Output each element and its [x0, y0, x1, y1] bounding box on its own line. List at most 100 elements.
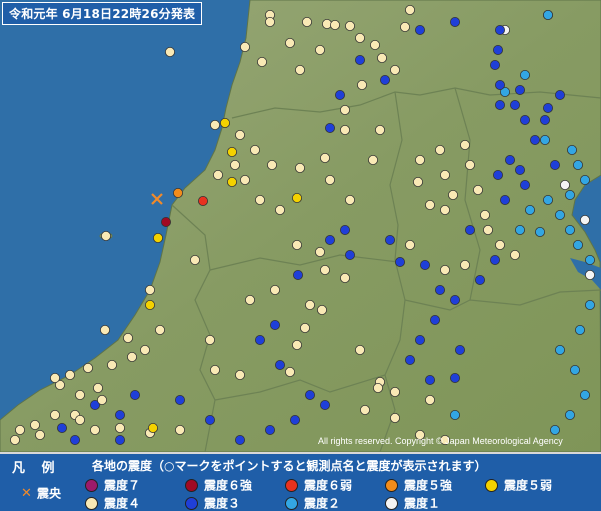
station-point[interactable] — [389, 412, 400, 423]
station-point[interactable] — [449, 16, 460, 27]
station-point[interactable] — [399, 21, 410, 32]
station-point[interactable] — [489, 60, 500, 71]
station-point[interactable] — [515, 224, 526, 235]
station-point[interactable] — [107, 359, 118, 370]
station-point[interactable] — [50, 372, 61, 383]
station-point[interactable] — [492, 45, 503, 56]
station-point[interactable] — [494, 24, 505, 35]
station-point[interactable] — [319, 152, 330, 163]
station-point[interactable] — [204, 414, 215, 425]
station-point[interactable] — [530, 134, 541, 145]
station-point[interactable] — [319, 264, 330, 275]
station-point[interactable] — [249, 144, 260, 155]
station-point[interactable] — [269, 319, 280, 330]
station-point[interactable] — [314, 246, 325, 257]
station-point[interactable] — [555, 344, 566, 355]
station-point[interactable] — [239, 42, 250, 53]
station-point[interactable] — [101, 230, 112, 241]
station-point[interactable] — [226, 176, 237, 187]
station-point[interactable] — [389, 65, 400, 76]
station-point[interactable] — [504, 154, 515, 165]
station-point[interactable] — [344, 249, 355, 260]
station-point[interactable] — [520, 115, 531, 126]
station-point[interactable] — [555, 90, 566, 101]
station-point[interactable] — [494, 80, 505, 91]
station-point[interactable] — [379, 75, 390, 86]
station-point[interactable] — [389, 386, 400, 397]
station-point[interactable] — [414, 154, 425, 165]
station-point[interactable] — [354, 33, 365, 44]
station-point[interactable] — [234, 369, 245, 380]
station-point[interactable] — [412, 176, 423, 187]
station-point[interactable] — [585, 269, 596, 280]
station-point[interactable] — [354, 344, 365, 355]
station-point[interactable] — [429, 314, 440, 325]
station-point[interactable] — [439, 169, 450, 180]
station-point[interactable] — [479, 209, 490, 220]
station-point[interactable] — [65, 369, 76, 380]
station-point[interactable] — [274, 204, 285, 215]
station-point[interactable] — [256, 57, 267, 68]
station-point[interactable] — [449, 372, 460, 383]
station-point[interactable] — [459, 139, 470, 150]
station-point[interactable] — [339, 125, 350, 136]
station-point[interactable] — [424, 394, 435, 405]
station-point[interactable] — [83, 362, 94, 373]
station-point[interactable] — [115, 422, 126, 433]
station-point[interactable] — [266, 159, 277, 170]
station-point[interactable] — [482, 224, 493, 235]
station-point[interactable] — [244, 294, 255, 305]
station-point[interactable] — [580, 174, 591, 185]
station-point[interactable] — [439, 264, 450, 275]
station-point[interactable] — [454, 344, 465, 355]
station-point[interactable] — [464, 224, 475, 235]
station-point[interactable] — [219, 118, 230, 129]
station-point[interactable] — [97, 394, 108, 405]
station-point[interactable] — [234, 129, 245, 140]
station-point[interactable] — [204, 334, 215, 345]
station-point[interactable] — [404, 239, 415, 250]
station-point[interactable] — [294, 162, 305, 173]
station-point[interactable] — [70, 434, 81, 445]
station-point[interactable] — [434, 284, 445, 295]
station-point[interactable] — [565, 224, 576, 235]
station-point[interactable] — [404, 354, 415, 365]
station-point[interactable] — [100, 324, 111, 335]
station-point[interactable] — [565, 189, 576, 200]
station-point[interactable] — [115, 409, 126, 420]
station-point[interactable] — [50, 409, 61, 420]
station-point[interactable] — [269, 284, 280, 295]
station-point[interactable] — [254, 334, 265, 345]
station-point[interactable] — [344, 20, 355, 31]
station-point[interactable] — [509, 249, 520, 260]
station-point[interactable] — [543, 194, 554, 205]
station-point[interactable] — [525, 204, 536, 215]
station-point[interactable] — [90, 424, 101, 435]
station-point[interactable] — [144, 284, 155, 295]
station-point[interactable] — [419, 259, 430, 270]
station-point[interactable] — [291, 339, 302, 350]
station-point[interactable] — [560, 179, 571, 190]
station-point[interactable] — [394, 256, 405, 267]
station-point[interactable] — [29, 419, 40, 430]
station-point[interactable] — [573, 239, 584, 250]
station-point[interactable] — [494, 100, 505, 111]
station-point[interactable] — [301, 16, 312, 27]
station-point[interactable] — [543, 103, 554, 114]
station-point[interactable] — [274, 359, 285, 370]
station-point[interactable] — [174, 424, 185, 435]
station-point[interactable] — [254, 194, 265, 205]
station-point[interactable] — [75, 389, 86, 400]
station-point[interactable] — [239, 174, 250, 185]
station-point[interactable] — [127, 351, 138, 362]
station-point[interactable] — [372, 382, 383, 393]
station-point[interactable] — [474, 274, 485, 285]
station-point[interactable] — [234, 434, 245, 445]
station-point[interactable] — [209, 364, 220, 375]
station-point[interactable] — [509, 100, 520, 111]
station-point[interactable] — [212, 169, 223, 180]
station-point[interactable] — [424, 199, 435, 210]
station-point[interactable] — [291, 239, 302, 250]
station-point[interactable] — [520, 70, 531, 81]
station-point[interactable] — [550, 159, 561, 170]
